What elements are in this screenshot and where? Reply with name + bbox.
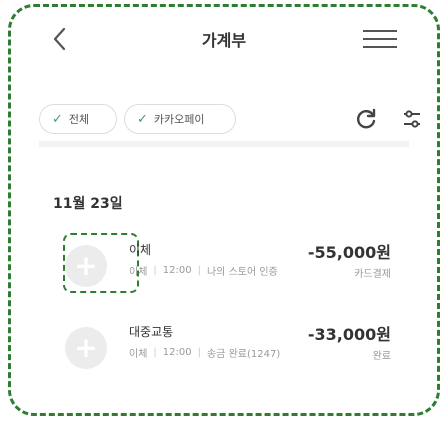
transaction-type: 이체 xyxy=(129,349,148,360)
check-icon: ✓ xyxy=(52,111,63,127)
transaction-status: 완료 xyxy=(372,351,391,362)
plus-icon: + xyxy=(74,249,98,282)
menu-button[interactable] xyxy=(363,23,397,55)
filter-chip-all[interactable]: ✓ 전체 xyxy=(39,104,117,134)
transaction-amount: -33,000원 xyxy=(307,325,391,344)
transaction-status: 카드결제 xyxy=(354,269,391,280)
avatar: + xyxy=(65,245,107,287)
filter-chip-label: 전체 xyxy=(68,113,90,126)
menu-icon xyxy=(363,30,397,32)
transaction-meta: 이체 | 12:00 | 나의 스토어 인증 xyxy=(129,265,278,278)
transaction-memo: 송금 완료(1247) xyxy=(206,349,281,360)
transaction-time: 12:00 xyxy=(162,265,192,276)
settings-icon xyxy=(404,110,420,128)
transaction-name: 이체 xyxy=(129,243,152,257)
check-icon: ✓ xyxy=(137,111,148,127)
filter-chip-kakaopay[interactable]: ✓ 카카오페이 xyxy=(124,104,236,134)
refresh-button[interactable] xyxy=(351,104,381,134)
transaction-name: 대중교통 xyxy=(129,325,174,339)
filter-bar: ✓ 전체 ✓ 카카오페이 xyxy=(39,104,420,136)
transaction-row[interactable]: + 이체 이체 | 12:00 | 나의 스토어 인증 -55,000원 카드결… xyxy=(39,233,409,301)
app-frame: 가계부 ✓ 전체 ✓ 카카오페이 11월 23일 + 이체 이체 | 12:00… xyxy=(8,4,440,416)
transaction-row[interactable]: + 대중교통 이체 | 12:00 | 송금 완료(1247) -33,000원… xyxy=(39,317,409,383)
transaction-time: 12:00 xyxy=(162,347,192,358)
settings-button[interactable] xyxy=(397,104,427,134)
transaction-amount: -55,000원 xyxy=(307,243,391,262)
transaction-memo: 나의 스토어 인증 xyxy=(206,267,278,278)
date-header: 11월 23일 xyxy=(53,196,123,212)
refresh-icon xyxy=(357,108,376,129)
transaction-type: 이체 xyxy=(129,267,148,278)
avatar: + xyxy=(65,327,107,369)
plus-icon: + xyxy=(74,331,98,364)
transaction-meta: 이체 | 12:00 | 송금 완료(1247) xyxy=(129,347,281,360)
section-divider xyxy=(39,141,409,147)
filter-chip-label: 카카오페이 xyxy=(153,113,205,126)
app-header: 가계부 xyxy=(11,7,437,71)
